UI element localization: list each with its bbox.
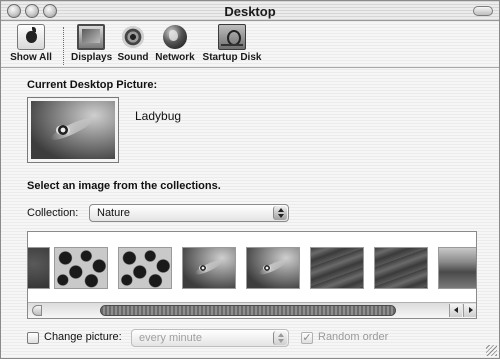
toolbar-network-label: Network: [155, 52, 195, 63]
checkmark-icon: ✓: [302, 332, 312, 344]
current-picture-image: [31, 101, 115, 159]
globe-icon: [161, 24, 189, 50]
change-picture-label: Change picture:: [44, 331, 122, 343]
toolbar-network-button[interactable]: Network: [154, 24, 196, 63]
current-picture-name: Ladybug: [135, 109, 182, 123]
scrollbar-thumb[interactable]: [100, 305, 396, 316]
toolbar-sound-button[interactable]: Sound: [117, 24, 149, 63]
apple-icon: [17, 24, 45, 50]
random-order-checkbox[interactable]: ✓: [301, 332, 313, 344]
horizontal-scrollbar[interactable]: [28, 302, 476, 318]
toolbar-show-all-button[interactable]: Show All: [10, 24, 52, 63]
scrollbar-track-cap: [32, 305, 42, 316]
toolbar: Show All Displays Sound Network Startup …: [1, 22, 499, 68]
collection-popup[interactable]: Nature: [89, 204, 289, 222]
toolbar-startup-disk-button[interactable]: Startup Disk: [202, 24, 262, 63]
resize-grip[interactable]: [486, 345, 497, 356]
toolbar-displays-button[interactable]: Displays: [71, 24, 113, 63]
collection-label: Collection:: [27, 207, 79, 219]
collection-popup-value: Nature: [97, 207, 131, 219]
change-interval-popup[interactable]: every minute: [131, 329, 289, 347]
current-picture-well[interactable]: [27, 97, 119, 163]
window-title: Desktop: [224, 4, 276, 19]
speaker-icon: [119, 24, 147, 50]
change-interval-value: every minute: [139, 332, 202, 344]
hard-disk-icon: [218, 24, 246, 50]
popup-arrows-icon: [273, 331, 287, 345]
random-order-label: Random order: [318, 331, 389, 343]
scroll-left-arrow-icon[interactable]: [449, 304, 462, 317]
thumbnail[interactable]: [438, 247, 476, 289]
desktop-preferences-window: Desktop Show All Displays Sound Network …: [0, 0, 500, 359]
thumbnail[interactable]: [182, 247, 236, 289]
current-picture-heading: Current Desktop Picture:: [27, 79, 158, 91]
thumbnail[interactable]: [246, 247, 300, 289]
image-browser: [27, 231, 477, 319]
thumbnail[interactable]: [118, 247, 172, 289]
collections-instruction: Select an image from the collections.: [27, 180, 221, 192]
toolbar-toggle-button[interactable]: [473, 6, 493, 16]
title-bar[interactable]: Desktop: [1, 1, 499, 21]
toolbar-sound-label: Sound: [117, 52, 149, 63]
thumbnail[interactable]: [374, 247, 428, 289]
toolbar-displays-label: Displays: [71, 52, 113, 63]
popup-arrows-icon: [273, 206, 287, 220]
display-icon: [77, 24, 105, 50]
change-picture-checkbox[interactable]: [27, 332, 39, 344]
thumbnail[interactable]: [54, 247, 108, 289]
toolbar-startup-disk-label: Startup Disk: [202, 52, 262, 63]
thumbnail[interactable]: [28, 247, 50, 289]
toolbar-show-all-label: Show All: [10, 52, 52, 63]
thumbnail[interactable]: [310, 247, 364, 289]
scroll-right-arrow-icon[interactable]: [463, 304, 476, 317]
toolbar-separator: [63, 27, 64, 65]
